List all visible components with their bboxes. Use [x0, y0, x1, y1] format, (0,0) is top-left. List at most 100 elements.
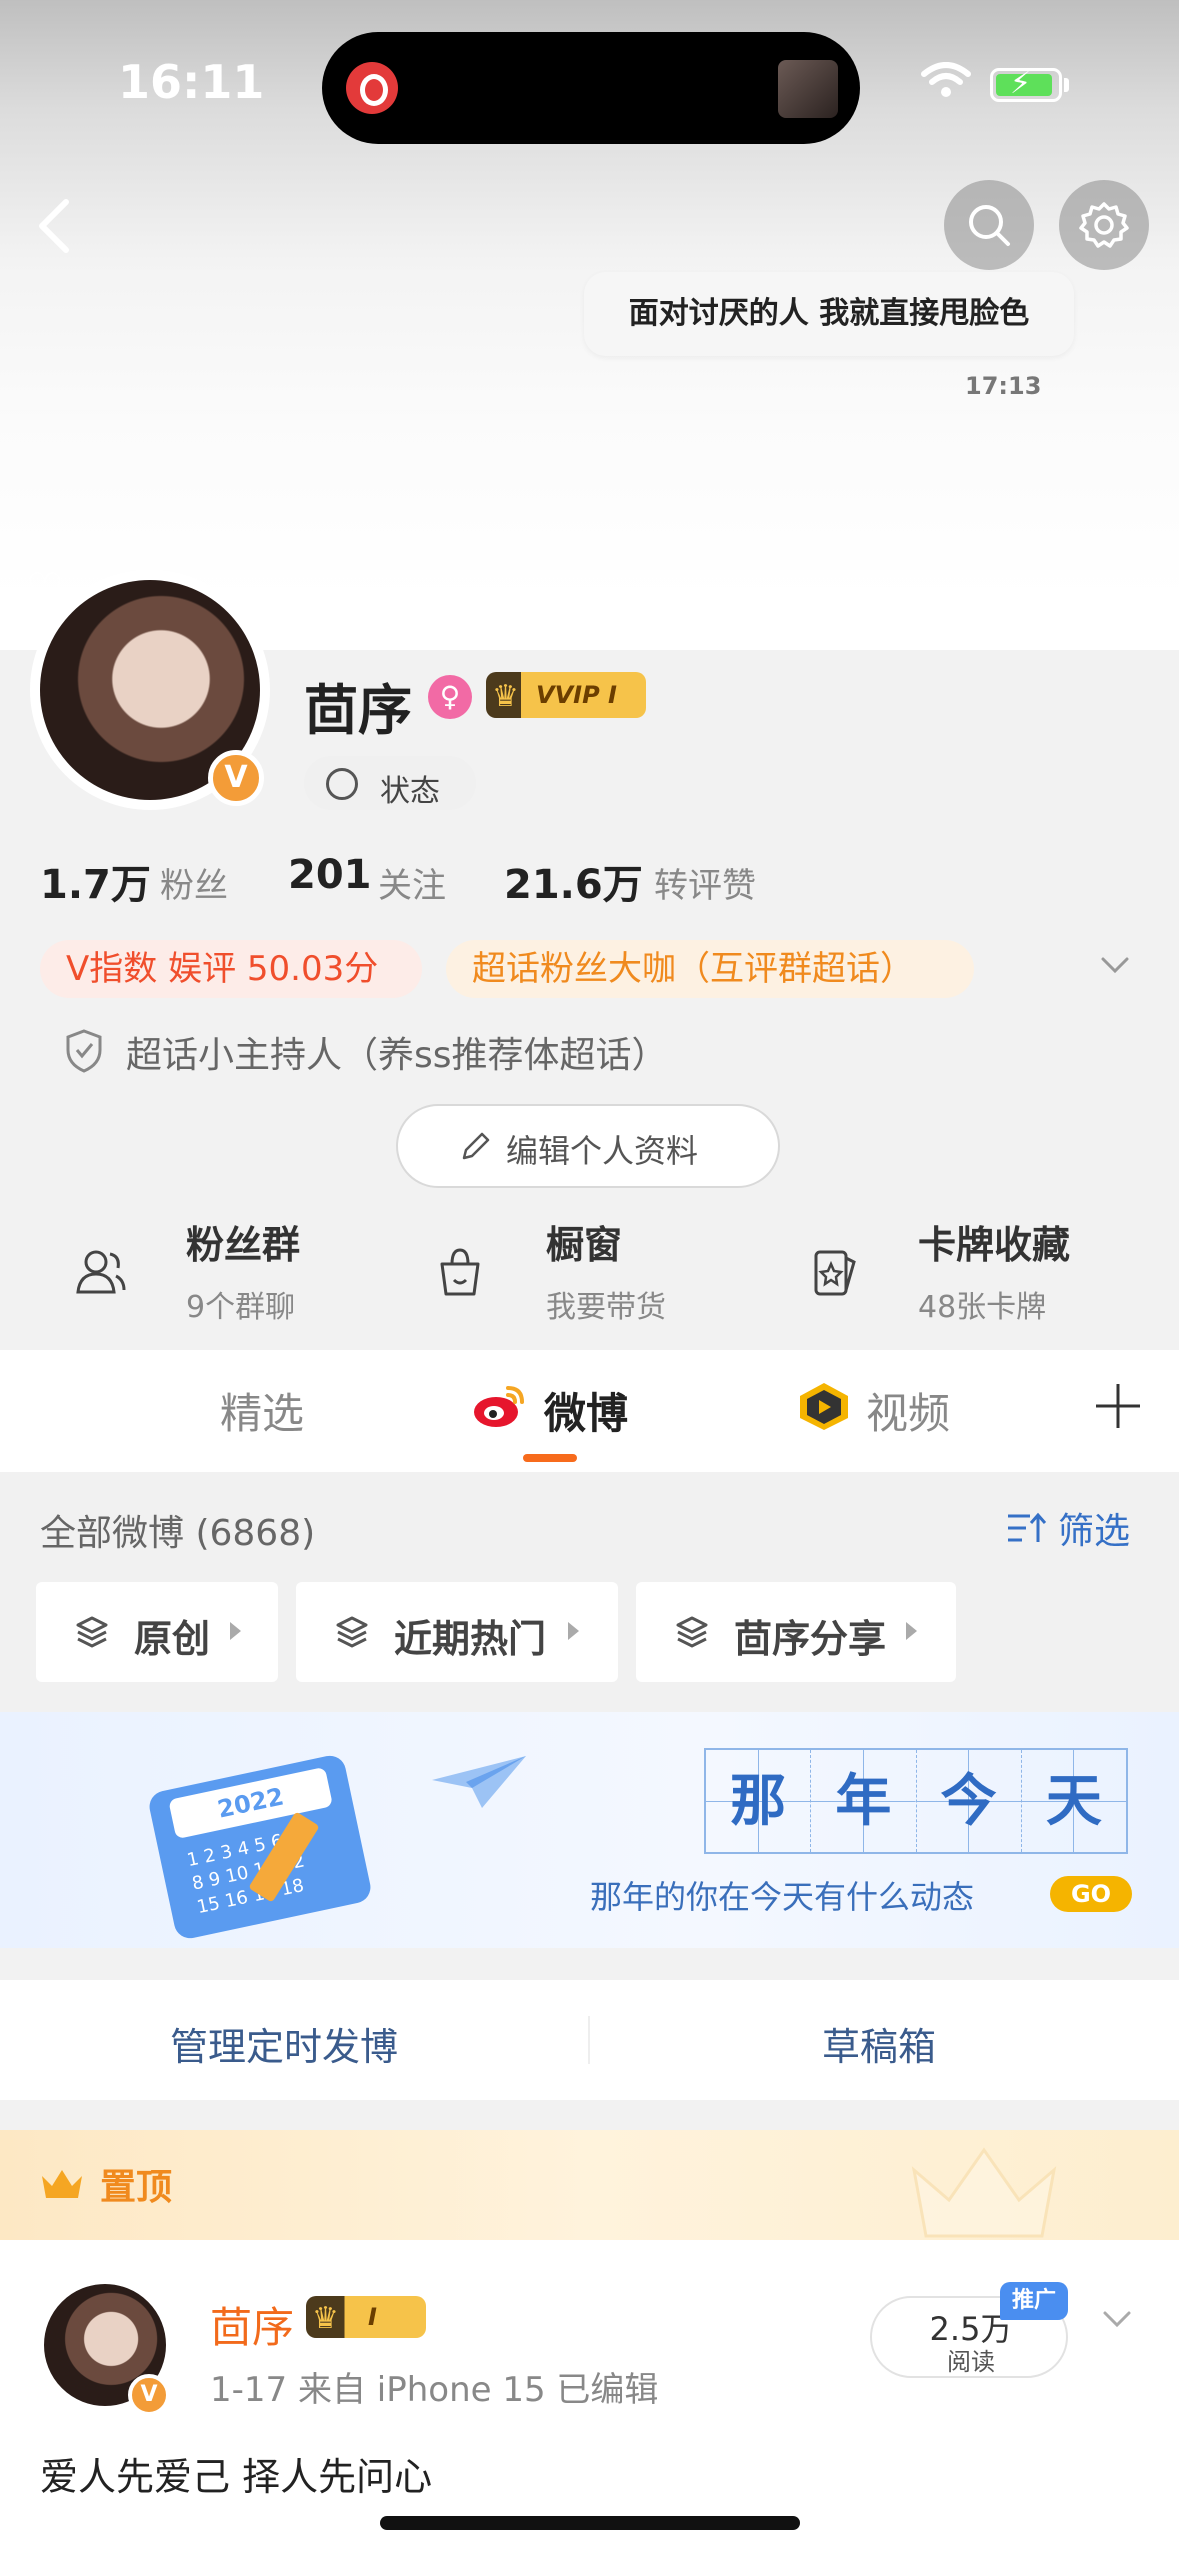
showcase-subtitle: 我要带货 — [546, 1290, 666, 1325]
promote-badge[interactable]: 推广 — [1000, 2282, 1068, 2320]
tab-video[interactable]: 视频 — [866, 1380, 950, 1441]
quick-icon-box — [400, 1212, 520, 1332]
filter-sort-icon[interactable] — [1006, 1510, 1048, 1546]
quick-icon-box — [772, 1212, 892, 1332]
showcase-title: 橱窗 — [546, 1223, 623, 1267]
plus-icon[interactable] — [1094, 1382, 1142, 1430]
pinned-post-card[interactable]: 置顶 V 茴序 ♛ I 1-17 来自 iPhone 15 已编辑 2.5万 阅… — [0, 2130, 1179, 2556]
quick-icon-box — [40, 1212, 160, 1332]
drafts-bar: 管理定时发博 草稿箱 — [0, 1980, 1179, 2100]
chip-label: 茴序分享 — [734, 1617, 887, 1661]
album-art-thumbnail — [778, 60, 838, 118]
charging-bolt-icon: ⚡ — [1010, 66, 1032, 101]
all-weibo-count: 全部微博 (6868) — [40, 1513, 316, 1554]
tab-weibo[interactable]: 微博 — [544, 1380, 628, 1441]
go-button[interactable]: GO — [1050, 1876, 1132, 1912]
followers-label[interactable]: 粉丝 — [160, 858, 228, 907]
shield-check-icon — [66, 1029, 102, 1073]
pinned-band: 置顶 — [0, 2130, 1179, 2240]
filter-chip-original[interactable]: 原创 — [36, 1582, 278, 1682]
supertopic-fan-tag[interactable]: 超话粉丝大咖（互评群超话） — [446, 940, 974, 998]
crown-icon — [42, 2170, 82, 2198]
weibo-logo-icon — [474, 1386, 524, 1427]
fan-group-title: 粉丝群 — [186, 1223, 301, 1267]
fan-group-entry[interactable]: 粉丝群 9个群聊 — [40, 1212, 380, 1332]
verified-badge-icon: V — [208, 750, 264, 806]
following-count[interactable]: 201 — [288, 852, 372, 898]
search-button[interactable] — [944, 180, 1034, 270]
smiley-plus-icon — [326, 768, 358, 800]
profile-avatar[interactable]: ♡ V — [26, 564, 270, 810]
profile-name: 茴序 — [304, 679, 412, 742]
calendar-illustration: 2022 1 2 3 4 5 6 8 9 10 11 12 15 16 17 1… — [146, 1752, 374, 1942]
tab-featured[interactable]: 精选 — [220, 1380, 304, 1441]
caret-right-icon — [230, 1622, 241, 1640]
followers-count[interactable]: 1.7万 — [40, 852, 151, 910]
back-arrow-icon[interactable] — [34, 196, 74, 256]
heart-frame-decoration: ♡ — [26, 564, 64, 613]
card-collection-entry[interactable]: 卡牌收藏 48张卡牌 — [772, 1212, 1112, 1332]
edit-profile-label: 编辑个人资料 — [506, 1132, 699, 1170]
title-char: 天 — [1021, 1750, 1126, 1852]
search-icon — [969, 205, 1010, 246]
title-char: 今 — [916, 1750, 1022, 1852]
dynamic-island — [322, 32, 860, 144]
vip-badge[interactable]: ♛ I — [306, 2296, 426, 2338]
post-meta: 1-17 来自 iPhone 15 已编辑 — [210, 2370, 659, 2410]
filter-button[interactable]: 筛选 — [1058, 1502, 1130, 1554]
chevron-down-icon[interactable] — [1102, 2304, 1132, 2334]
title-char: 年 — [811, 1750, 917, 1852]
chip-label: 原创 — [134, 1617, 211, 1661]
caret-right-icon — [568, 1622, 579, 1640]
battery-cap — [1064, 78, 1069, 92]
read-label: 阅读 — [947, 2348, 995, 2376]
gear-icon — [1079, 202, 1129, 248]
following-label[interactable]: 关注 — [378, 858, 446, 907]
profile-tabs: 精选 微博 视频 — [0, 1350, 1179, 1472]
scheduled-posts-button[interactable]: 管理定时发博 — [170, 2016, 398, 2071]
interactions-count[interactable]: 21.6万 — [504, 852, 643, 910]
chat-message-time: 17:13 — [965, 372, 1042, 400]
post-author-name[interactable]: 茴序 — [210, 2294, 294, 2355]
edit-profile-button[interactable]: 编辑个人资料 — [396, 1104, 780, 1188]
verified-badge-icon: V — [128, 2374, 170, 2416]
status-time: 16:11 — [118, 55, 265, 109]
video-logo-icon — [800, 1383, 848, 1430]
drafts-button[interactable]: 草稿箱 — [822, 2016, 936, 2071]
music-app-icon — [346, 62, 398, 114]
status-label: 状态 — [380, 774, 440, 809]
fan-group-subtitle: 9个群聊 — [186, 1290, 296, 1325]
divider — [588, 2016, 590, 2064]
crown-icon: ♛ — [312, 2301, 339, 2336]
card-collection-title: 卡牌收藏 — [918, 1223, 1071, 1267]
vvip-badge-label: VVIP I — [536, 681, 617, 709]
on-this-day-banner[interactable]: 2022 1 2 3 4 5 6 8 9 10 11 12 15 16 17 1… — [0, 1712, 1179, 1948]
post-text[interactable]: 爱人先爱己 择人先问心 — [40, 2446, 432, 2501]
settings-button[interactable] — [1059, 180, 1149, 270]
chat-message-bubble[interactable]: 面对讨厌的人 我就直接甩脸色 — [584, 272, 1074, 356]
title-char: 那 — [706, 1750, 812, 1852]
card-collection-subtitle: 48张卡牌 — [918, 1290, 1047, 1325]
on-this-day-title: 那 年 今 天 — [704, 1748, 1128, 1854]
filter-chip-recent-hot[interactable]: 近期热门 — [296, 1582, 618, 1682]
vvip-badge[interactable]: ♛ VVIP I — [486, 672, 646, 718]
vip-badge-label: I — [368, 2303, 377, 2331]
chevron-down-icon[interactable] — [1100, 950, 1130, 980]
supertopic-host-line[interactable]: 超话小主持人（养ss推荐体超话） — [126, 1026, 668, 1078]
showcase-entry[interactable]: 橱窗 我要带货 — [400, 1212, 740, 1332]
filter-chip-share[interactable]: 茴序分享 — [636, 1582, 956, 1682]
chip-label: 近期热门 — [394, 1617, 547, 1661]
female-gender-icon: ♀ — [428, 675, 472, 719]
interactions-label[interactable]: 转评赞 — [654, 858, 756, 907]
layers-icon — [76, 1616, 108, 1648]
caret-right-icon — [906, 1622, 917, 1640]
v-index-tag[interactable]: V指数 娱评 50.03分 — [40, 940, 422, 998]
home-indicator[interactable] — [380, 2516, 800, 2530]
users-icon — [76, 1250, 126, 1294]
paper-plane-icon — [432, 1756, 526, 1808]
status-button[interactable]: 状态 — [304, 756, 476, 810]
layers-icon — [336, 1616, 368, 1648]
crown-watermark-icon — [911, 2147, 1057, 2238]
profile-header: 16:11 ⚡ 面对讨厌的人 我就直接甩脸色 17:13 — [0, 0, 1179, 650]
shopping-bag-icon — [440, 1248, 480, 1296]
